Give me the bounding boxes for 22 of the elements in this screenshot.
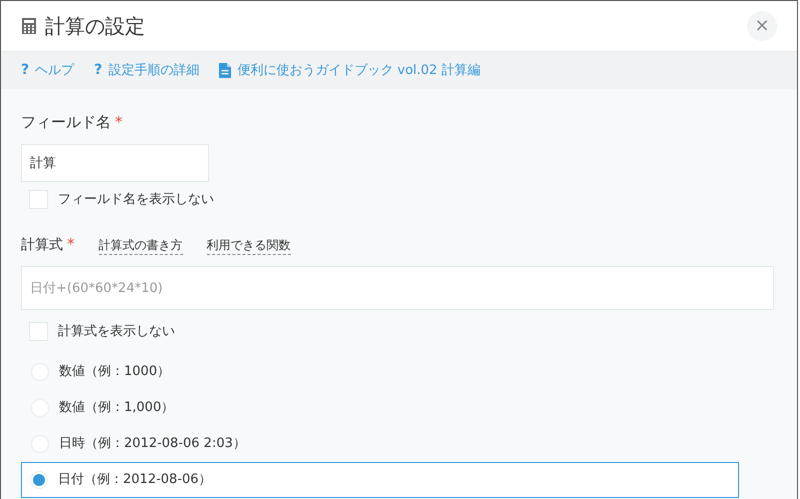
required-mark: *	[115, 112, 122, 133]
question-icon: ?	[94, 60, 102, 81]
checkbox[interactable]	[29, 190, 48, 209]
required-mark: *	[67, 234, 74, 255]
radio-option[interactable]: 日付（例：2012-08-06）	[21, 462, 739, 498]
input-field[interactable]: 計算	[21, 144, 209, 182]
calculator-icon	[21, 17, 37, 35]
dialog-title: 計算の設定	[45, 13, 145, 40]
checkbox[interactable]	[29, 322, 48, 342]
field-label: 計算式	[21, 236, 63, 255]
checkbox-label: フィールド名を表示しない	[58, 190, 214, 208]
question-icon: ?	[21, 60, 30, 81]
document-icon	[219, 63, 232, 78]
checkbox-label: 計算式を表示しない	[58, 323, 175, 341]
field-label: フィールド名	[21, 112, 111, 133]
radio-option[interactable]: 数値（例：1000）	[21, 354, 777, 390]
help-link[interactable]: 利用できる関数	[206, 236, 290, 255]
radio-option[interactable]: 日時（例：2012-08-06 2:03）	[21, 426, 777, 462]
formula-field[interactable]: 日付+(60*60*24*10)	[21, 266, 774, 310]
help-link[interactable]: 計算式の書き方	[98, 236, 182, 255]
radio-button[interactable]	[30, 470, 48, 488]
radio-option[interactable]: 数値（例：1,000）	[21, 390, 777, 426]
